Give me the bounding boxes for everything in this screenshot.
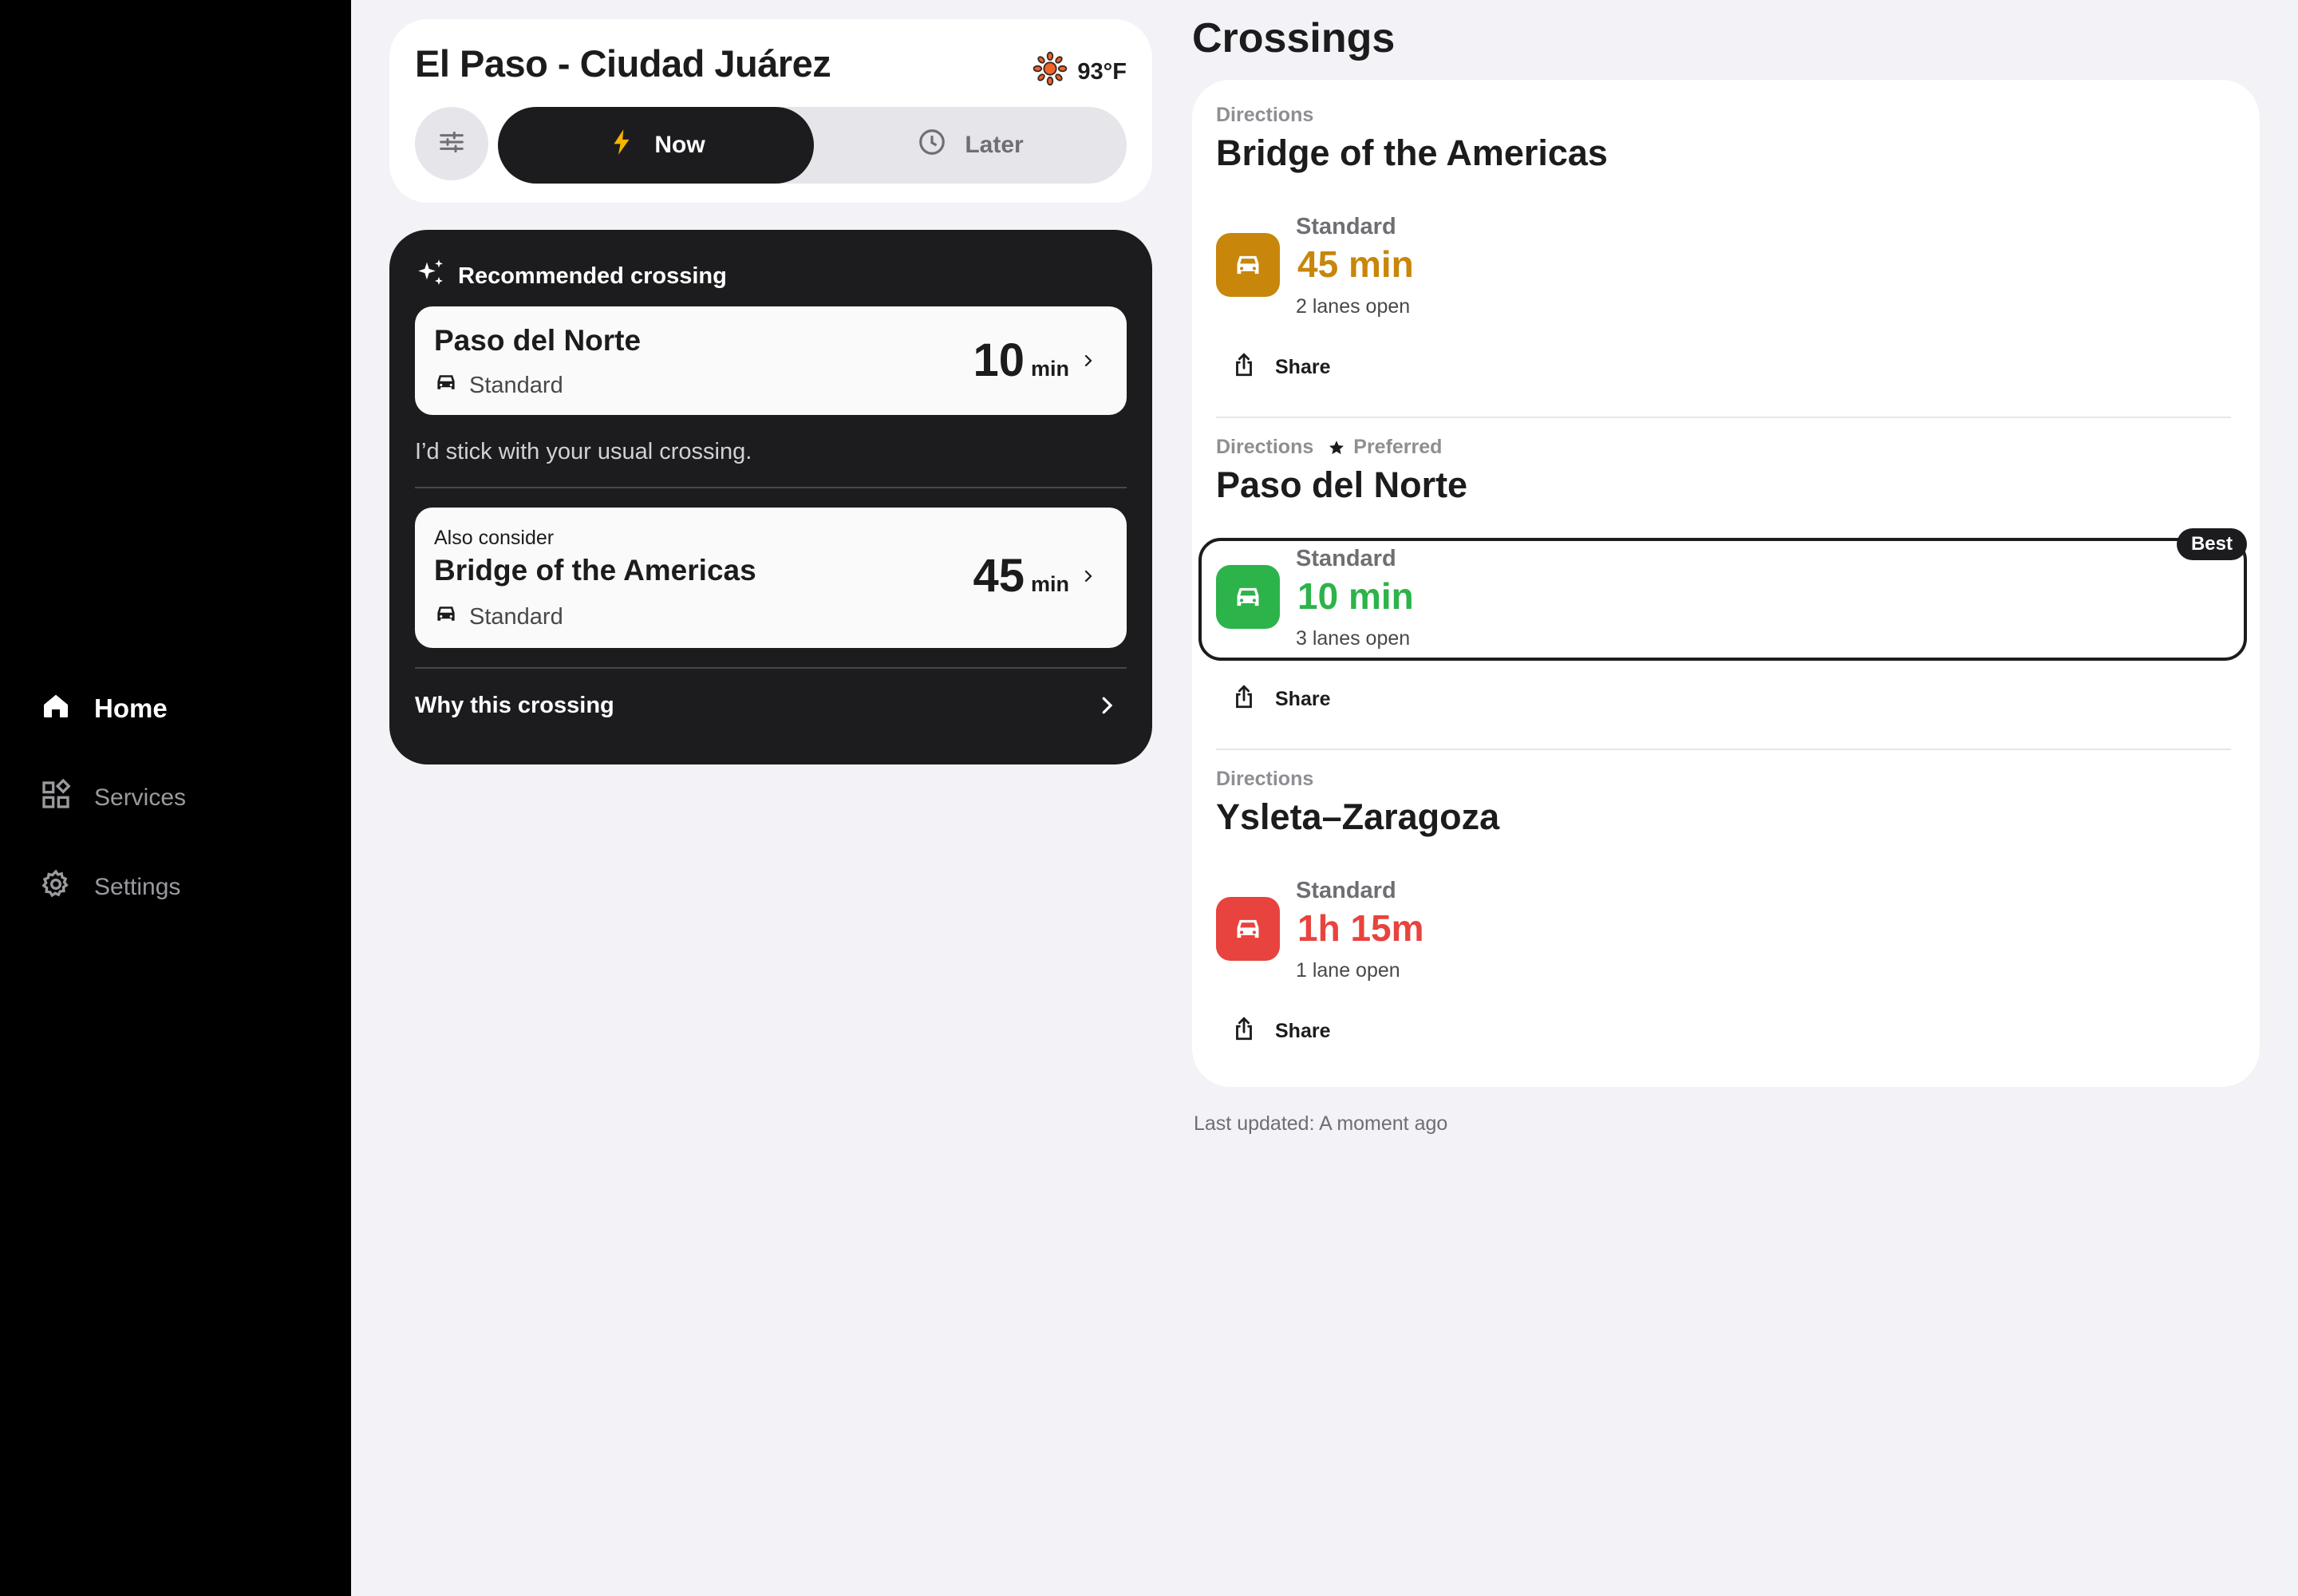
lane-type: Standard — [434, 370, 563, 401]
clock-icon — [917, 127, 947, 164]
car-icon — [434, 602, 458, 632]
alternative-crossing[interactable]: Also consider Bridge of the Americas Sta… — [415, 508, 1127, 648]
services-icon — [40, 778, 72, 817]
sparkles-icon — [415, 257, 447, 295]
chevron-right-icon — [1102, 697, 1113, 714]
lane-type-label: Standard — [469, 372, 563, 398]
directions-label: Directions — [1216, 436, 1314, 458]
share-label: Share — [1275, 1020, 1331, 1042]
chevron-right-icon — [1084, 570, 1092, 583]
location-title: El Paso - Ciudad Juárez — [415, 42, 831, 85]
recommendation-card: Recommended crossing Paso del Norte Stan… — [389, 230, 1152, 764]
wait-time-value: 45 — [973, 550, 1025, 602]
wait-time: 1h 15m — [1297, 907, 1424, 949]
share-button[interactable]: Share — [1230, 1015, 1330, 1048]
sidebar-item-label: Settings — [94, 874, 181, 900]
location-card: El Paso - Ciudad Juárez 93°F Now Later — [389, 19, 1152, 203]
gear-icon — [40, 868, 72, 907]
share-icon — [1230, 683, 1258, 716]
car-icon — [1216, 897, 1280, 961]
directions-link[interactable]: Directions — [1216, 104, 1313, 127]
lane-row[interactable]: Standard 45 min 2 lanes open — [1198, 206, 2247, 329]
sidebar-item-home[interactable]: Home — [40, 685, 168, 733]
sidebar-item-services[interactable]: Services — [40, 774, 186, 822]
crossing-item: Directions Ysleta–Zaragoza Standard 1h 1… — [1192, 744, 2260, 1076]
later-label: Later — [965, 132, 1024, 158]
weather: 93°F — [1033, 51, 1127, 93]
recommendation-message: I’d stick with your usual crossing. — [415, 439, 752, 464]
wait-time: 10 min — [1297, 575, 1414, 617]
crossings-title: Crossings — [1192, 15, 1396, 61]
car-icon — [434, 370, 458, 401]
crossing-name[interactable]: Bridge of the Americas — [1216, 132, 1608, 174]
recommended-crossing[interactable]: Paso del Norte Standard 10 min — [415, 306, 1127, 415]
divider — [415, 487, 1127, 488]
directions-link[interactable]: Directions — [1216, 768, 1313, 791]
lanes-open: 2 lanes open — [1296, 295, 1411, 318]
chevron-right-icon — [1084, 354, 1092, 367]
sidebar: Home Services Settings — [0, 0, 351, 1596]
recommendation-heading: Recommended crossing — [415, 257, 727, 295]
crossing-name: Paso del Norte — [434, 324, 642, 357]
lane-type-label: Standard — [469, 603, 563, 630]
lanes-open: 1 lane open — [1296, 959, 1400, 982]
sidebar-item-label: Home — [94, 693, 168, 723]
lane-type: Standard — [1296, 546, 1396, 571]
divider — [415, 667, 1127, 669]
directions-label: Directions — [1216, 104, 1314, 126]
preferred-tag: Preferred — [1328, 436, 1442, 459]
lightning-icon — [606, 127, 637, 164]
lane-row[interactable]: Standard 1h 15m 1 lane open — [1198, 870, 2247, 993]
share-icon — [1230, 351, 1258, 384]
crossing-item: Directions Preferred Paso del Norte Best… — [1192, 412, 2260, 744]
lane-row[interactable]: Best Standard 10 min 3 lanes open — [1198, 528, 2247, 661]
star-icon — [1329, 440, 1344, 454]
wait-time: 45 min — [973, 549, 1069, 602]
sun-icon — [1033, 51, 1068, 93]
best-badge: Best — [2176, 528, 2247, 560]
now-label: Now — [654, 132, 705, 158]
now-button[interactable]: Now — [498, 107, 814, 184]
share-button[interactable]: Share — [1230, 683, 1330, 716]
share-label: Share — [1275, 688, 1331, 710]
wait-time: 10 min — [973, 334, 1069, 387]
sidebar-item-settings[interactable]: Settings — [40, 863, 180, 911]
why-this-crossing-button[interactable]: Why this crossing — [415, 681, 1127, 729]
filter-button[interactable] — [415, 107, 488, 180]
last-updated: Last updated: A moment ago — [1194, 1112, 1448, 1135]
crossing-name[interactable]: Ysleta–Zaragoza — [1216, 796, 1499, 838]
lane-type: Standard — [434, 602, 563, 632]
lane-type: Standard — [1296, 878, 1396, 903]
recommendation-heading-label: Recommended crossing — [458, 263, 727, 289]
directions-label: Directions — [1216, 768, 1314, 790]
crossing-name[interactable]: Paso del Norte — [1216, 464, 1467, 506]
lanes-open: 3 lanes open — [1296, 627, 1411, 650]
wait-time-unit: min — [1030, 572, 1069, 596]
crossing-name: Bridge of the Americas — [434, 554, 756, 587]
later-button[interactable]: Later — [814, 107, 1127, 184]
car-icon — [1216, 565, 1280, 629]
wait-time-value: 10 — [973, 334, 1025, 386]
share-button[interactable]: Share — [1230, 351, 1330, 384]
temperature: 93°F — [1077, 58, 1127, 85]
why-this-crossing-label: Why this crossing — [415, 692, 614, 718]
share-label: Share — [1275, 356, 1331, 378]
crossing-item: Directions Bridge of the Americas Standa… — [1192, 80, 2260, 412]
wait-time-unit: min — [1030, 357, 1069, 381]
also-consider-caption: Also consider — [434, 527, 555, 549]
sliders-icon — [436, 126, 468, 162]
lane-type: Standard — [1296, 214, 1396, 239]
time-mode-toggle: Now Later — [498, 107, 1127, 184]
wait-time: 45 min — [1297, 243, 1414, 285]
share-icon — [1230, 1015, 1258, 1048]
preferred-label: Preferred — [1353, 436, 1443, 458]
directions-link[interactable]: Directions Preferred — [1216, 436, 1442, 459]
crossings-list: Directions Bridge of the Americas Standa… — [1192, 80, 2260, 1087]
home-icon — [40, 689, 72, 728]
car-icon — [1216, 233, 1280, 297]
sidebar-item-label: Services — [94, 784, 187, 811]
